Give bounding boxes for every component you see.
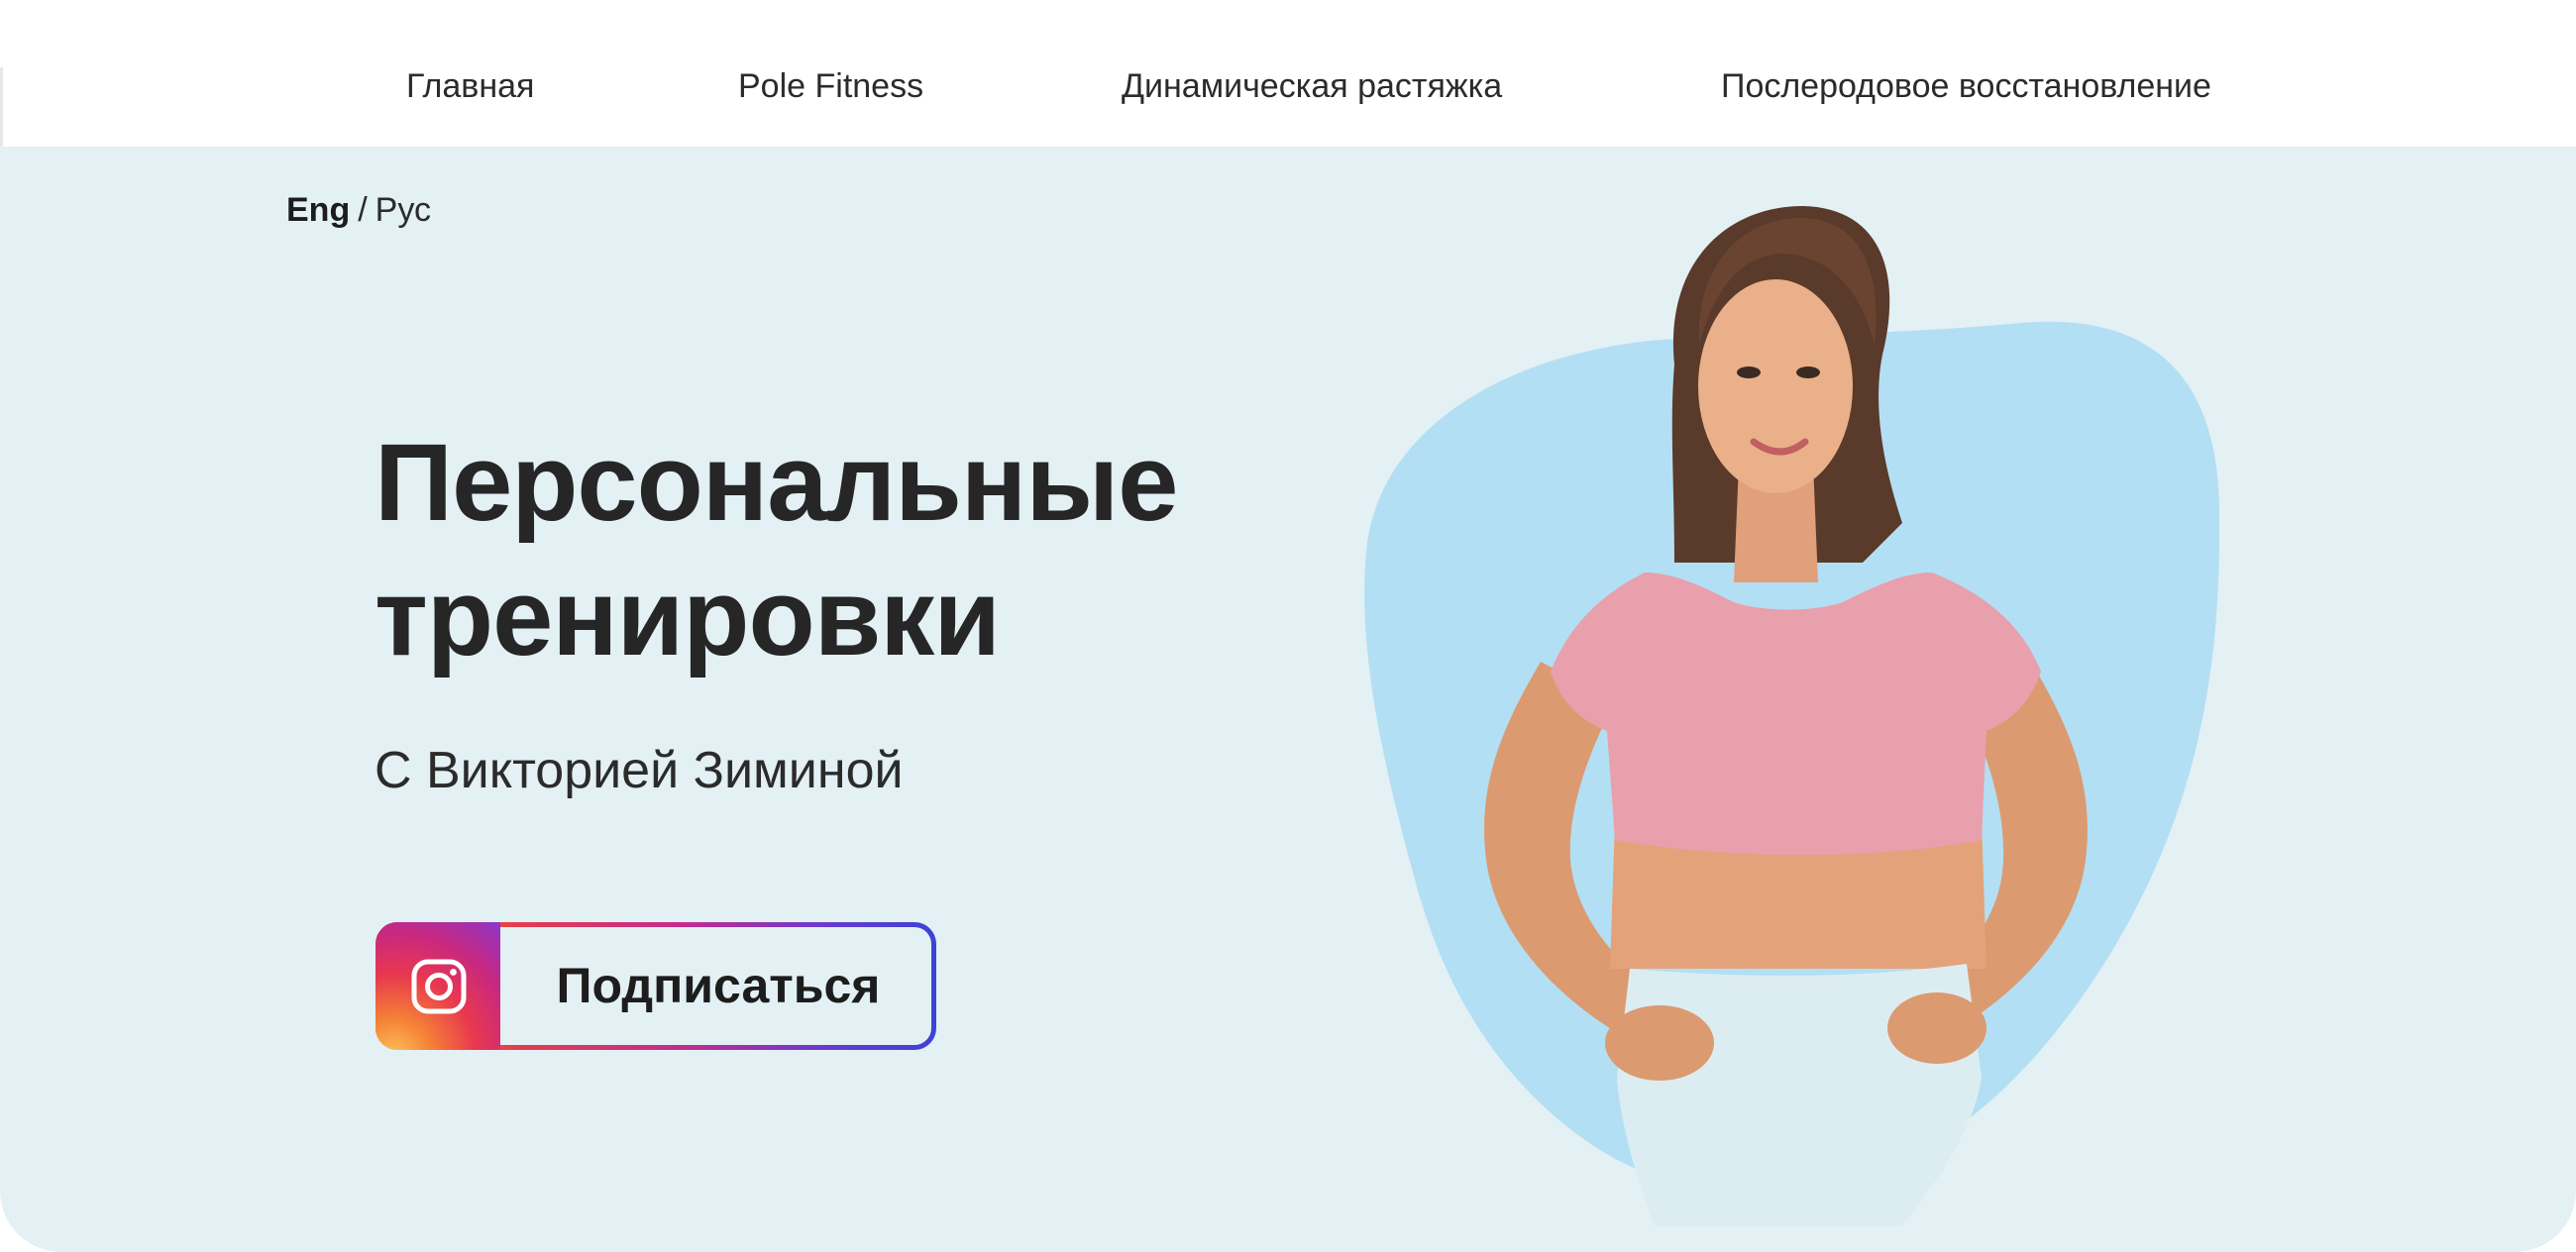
top-navigation: Главная Pole Fitness Динамическая растяж… bbox=[0, 0, 2576, 147]
trainer-photo bbox=[1347, 147, 2239, 1252]
subscribe-label: Подписаться bbox=[556, 958, 881, 1013]
nav-item-postpartum-recovery[interactable]: Послеродовое восстановление bbox=[1721, 67, 2211, 106]
lang-option-rus[interactable]: Рус bbox=[376, 191, 431, 229]
title-line-2: тренировки bbox=[375, 557, 1001, 678]
page-title: Персональные тренировки bbox=[375, 416, 1266, 685]
hero-section: Eng / Рус Персональные тренировки С Виктор… bbox=[0, 147, 2576, 1252]
instagram-tile bbox=[376, 922, 500, 1050]
language-switcher: Eng / Рус bbox=[286, 191, 431, 230]
instagram-subscribe-button[interactable]: Подписаться bbox=[376, 922, 936, 1050]
nav-edge-divider bbox=[0, 67, 3, 147]
instagram-icon bbox=[411, 959, 467, 1014]
lang-separator: / bbox=[358, 191, 368, 229]
nav-item-dynamic-stretching[interactable]: Динамическая растяжка bbox=[1122, 67, 1502, 106]
nav-item-home[interactable]: Главная bbox=[406, 67, 534, 106]
nav-item-pole-fitness[interactable]: Pole Fitness bbox=[738, 67, 923, 106]
trainer-figure bbox=[1484, 206, 2088, 1226]
hero-subtitle: С Викторией Зиминой bbox=[375, 742, 904, 799]
lang-option-eng[interactable]: Eng bbox=[286, 191, 350, 229]
title-line-1: Персональные bbox=[375, 422, 1178, 544]
